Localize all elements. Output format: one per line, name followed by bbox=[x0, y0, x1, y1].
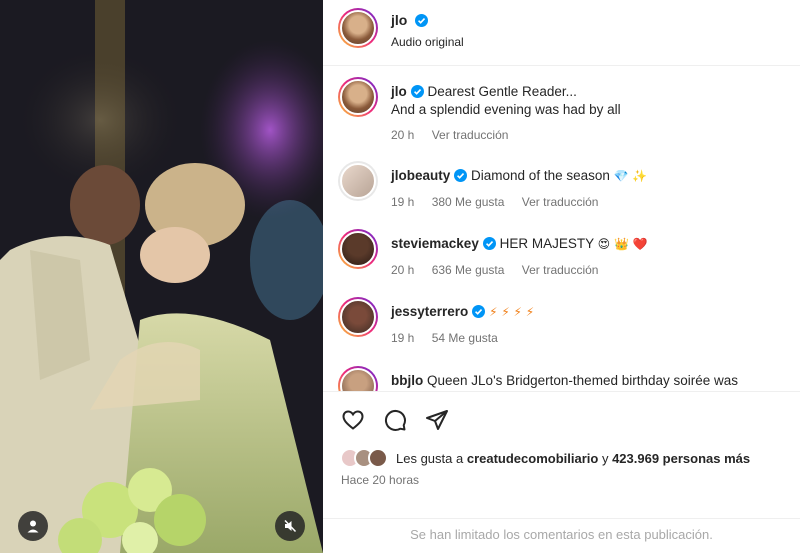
comment-text-line: jessyterrero ⚡ ⚡ ⚡ ⚡ bbox=[391, 302, 791, 322]
comment-username[interactable]: jessyterrero bbox=[391, 304, 468, 319]
likes-others-count[interactable]: 423.969 personas más bbox=[612, 451, 750, 466]
action-bar bbox=[339, 406, 451, 434]
comment-avatar[interactable] bbox=[338, 229, 378, 269]
comment-bubble-icon bbox=[384, 409, 406, 431]
comment-meta: 20 h Ver traducción bbox=[391, 128, 522, 142]
comment-meta: 20 h 636 Me gusta Ver traducción bbox=[391, 263, 612, 277]
comment-time[interactable]: 20 h bbox=[391, 128, 414, 142]
comment-time[interactable]: 19 h bbox=[391, 195, 414, 209]
comment-text: Diamond of the season bbox=[471, 168, 610, 183]
comment-item: jessyterrero ⚡ ⚡ ⚡ ⚡ 19 h 54 Me gusta bbox=[323, 297, 800, 352]
comments-list[interactable]: jlo Dearest Gentle Reader... And a splen… bbox=[323, 66, 800, 391]
audio-label[interactable]: Audio original bbox=[391, 35, 464, 49]
comment-text-line: steviemackey HER MAJESTY 😍 👑 ❤️ bbox=[391, 234, 791, 254]
comment-avatar[interactable] bbox=[338, 77, 378, 117]
comment-username[interactable]: bbjlo bbox=[391, 373, 423, 388]
comment-button[interactable] bbox=[381, 406, 409, 434]
comment-emoji: ⚡ ⚡ ⚡ ⚡ bbox=[489, 305, 535, 319]
verified-badge-icon bbox=[472, 305, 486, 318]
comments-limited-notice: Se han limitado los comentarios en esta … bbox=[323, 518, 800, 553]
post-time[interactable]: Hace 20 horas bbox=[341, 473, 419, 487]
comment-item: bbjlo Queen JLo's Bridgerton-themed birt… bbox=[323, 366, 800, 391]
verified-badge-icon bbox=[454, 169, 468, 182]
comment-item: jlo Dearest Gentle Reader... And a splen… bbox=[323, 77, 800, 147]
speaker-muted-icon bbox=[284, 519, 297, 533]
author-avatar[interactable] bbox=[338, 8, 378, 48]
comment-item: steviemackey HER MAJESTY 😍 👑 ❤️ 20 h 636… bbox=[323, 229, 800, 284]
comment-text: Queen JLo's Bridgerton-themed birthday s… bbox=[427, 373, 739, 388]
paper-plane-icon bbox=[426, 410, 448, 430]
like-button[interactable] bbox=[339, 406, 367, 434]
comment-username[interactable]: jlo bbox=[391, 84, 407, 99]
comment-text-line: jlobeauty Diamond of the season 💎 ✨ bbox=[391, 166, 791, 186]
comment-avatar[interactable] bbox=[338, 161, 378, 201]
comment-text: HER MAJESTY bbox=[499, 236, 594, 251]
verified-badge-icon bbox=[415, 14, 429, 27]
comment-likes[interactable]: 636 Me gusta bbox=[432, 263, 505, 277]
user-icon bbox=[27, 520, 39, 533]
comment-text: Dearest Gentle Reader... bbox=[427, 84, 577, 99]
see-translation-link[interactable]: Ver traducción bbox=[522, 195, 599, 209]
comment-emoji: 😍 👑 ❤️ bbox=[597, 237, 648, 251]
mute-button[interactable] bbox=[275, 511, 305, 541]
verified-badge-icon bbox=[410, 85, 424, 98]
likes-first-user[interactable]: creatudecomobiliario bbox=[467, 451, 598, 466]
comment-likes[interactable]: 54 Me gusta bbox=[432, 331, 498, 345]
verified-badge-icon bbox=[482, 237, 496, 250]
comment-emoji: 💎 ✨ bbox=[613, 169, 648, 183]
comment-username[interactable]: jlobeauty bbox=[391, 168, 450, 183]
comment-item: jlobeauty Diamond of the season 💎 ✨ 19 h… bbox=[323, 161, 800, 216]
comment-time[interactable]: 20 h bbox=[391, 263, 414, 277]
likes-connector: y bbox=[601, 450, 609, 466]
see-translation-link[interactable]: Ver traducción bbox=[522, 263, 599, 277]
comment-username[interactable]: steviemackey bbox=[391, 236, 479, 251]
likes-summary: Les gusta a creatudecomobiliario y 423.9… bbox=[340, 448, 750, 468]
likes-prefix: Les gusta a bbox=[396, 450, 464, 466]
see-translation-link[interactable]: Ver traducción bbox=[432, 128, 509, 142]
video-frame bbox=[0, 0, 323, 553]
comment-meta: 19 h 54 Me gusta bbox=[391, 331, 512, 345]
comment-time[interactable]: 19 h bbox=[391, 331, 414, 345]
post-footer: Les gusta a creatudecomobiliario y 423.9… bbox=[323, 391, 800, 553]
author-username[interactable]: jlo bbox=[391, 12, 407, 28]
post-side-panel: jlo Audio original jlo Dearest Gentle Re… bbox=[323, 0, 800, 553]
comment-meta: 19 h 380 Me gusta Ver traducción bbox=[391, 195, 612, 209]
liker-avatars[interactable] bbox=[340, 448, 388, 468]
comment-text-second-line: And a splendid evening was had by all bbox=[391, 102, 621, 117]
comment-text-line: jlo Dearest Gentle Reader... bbox=[391, 82, 791, 101]
comment-likes[interactable]: 380 Me gusta bbox=[432, 195, 505, 209]
heart-icon bbox=[342, 410, 364, 430]
liker-avatar bbox=[368, 448, 388, 468]
tagged-users-button[interactable] bbox=[18, 511, 48, 541]
author-username-row: jlo bbox=[391, 12, 429, 28]
post-video[interactable] bbox=[0, 0, 323, 553]
comment-text-line: bbjlo Queen JLo's Bridgerton-themed birt… bbox=[391, 371, 791, 390]
share-button[interactable] bbox=[423, 406, 451, 434]
comment-avatar[interactable] bbox=[338, 366, 378, 391]
post-header: jlo Audio original bbox=[323, 0, 800, 66]
comment-avatar[interactable] bbox=[338, 297, 378, 337]
